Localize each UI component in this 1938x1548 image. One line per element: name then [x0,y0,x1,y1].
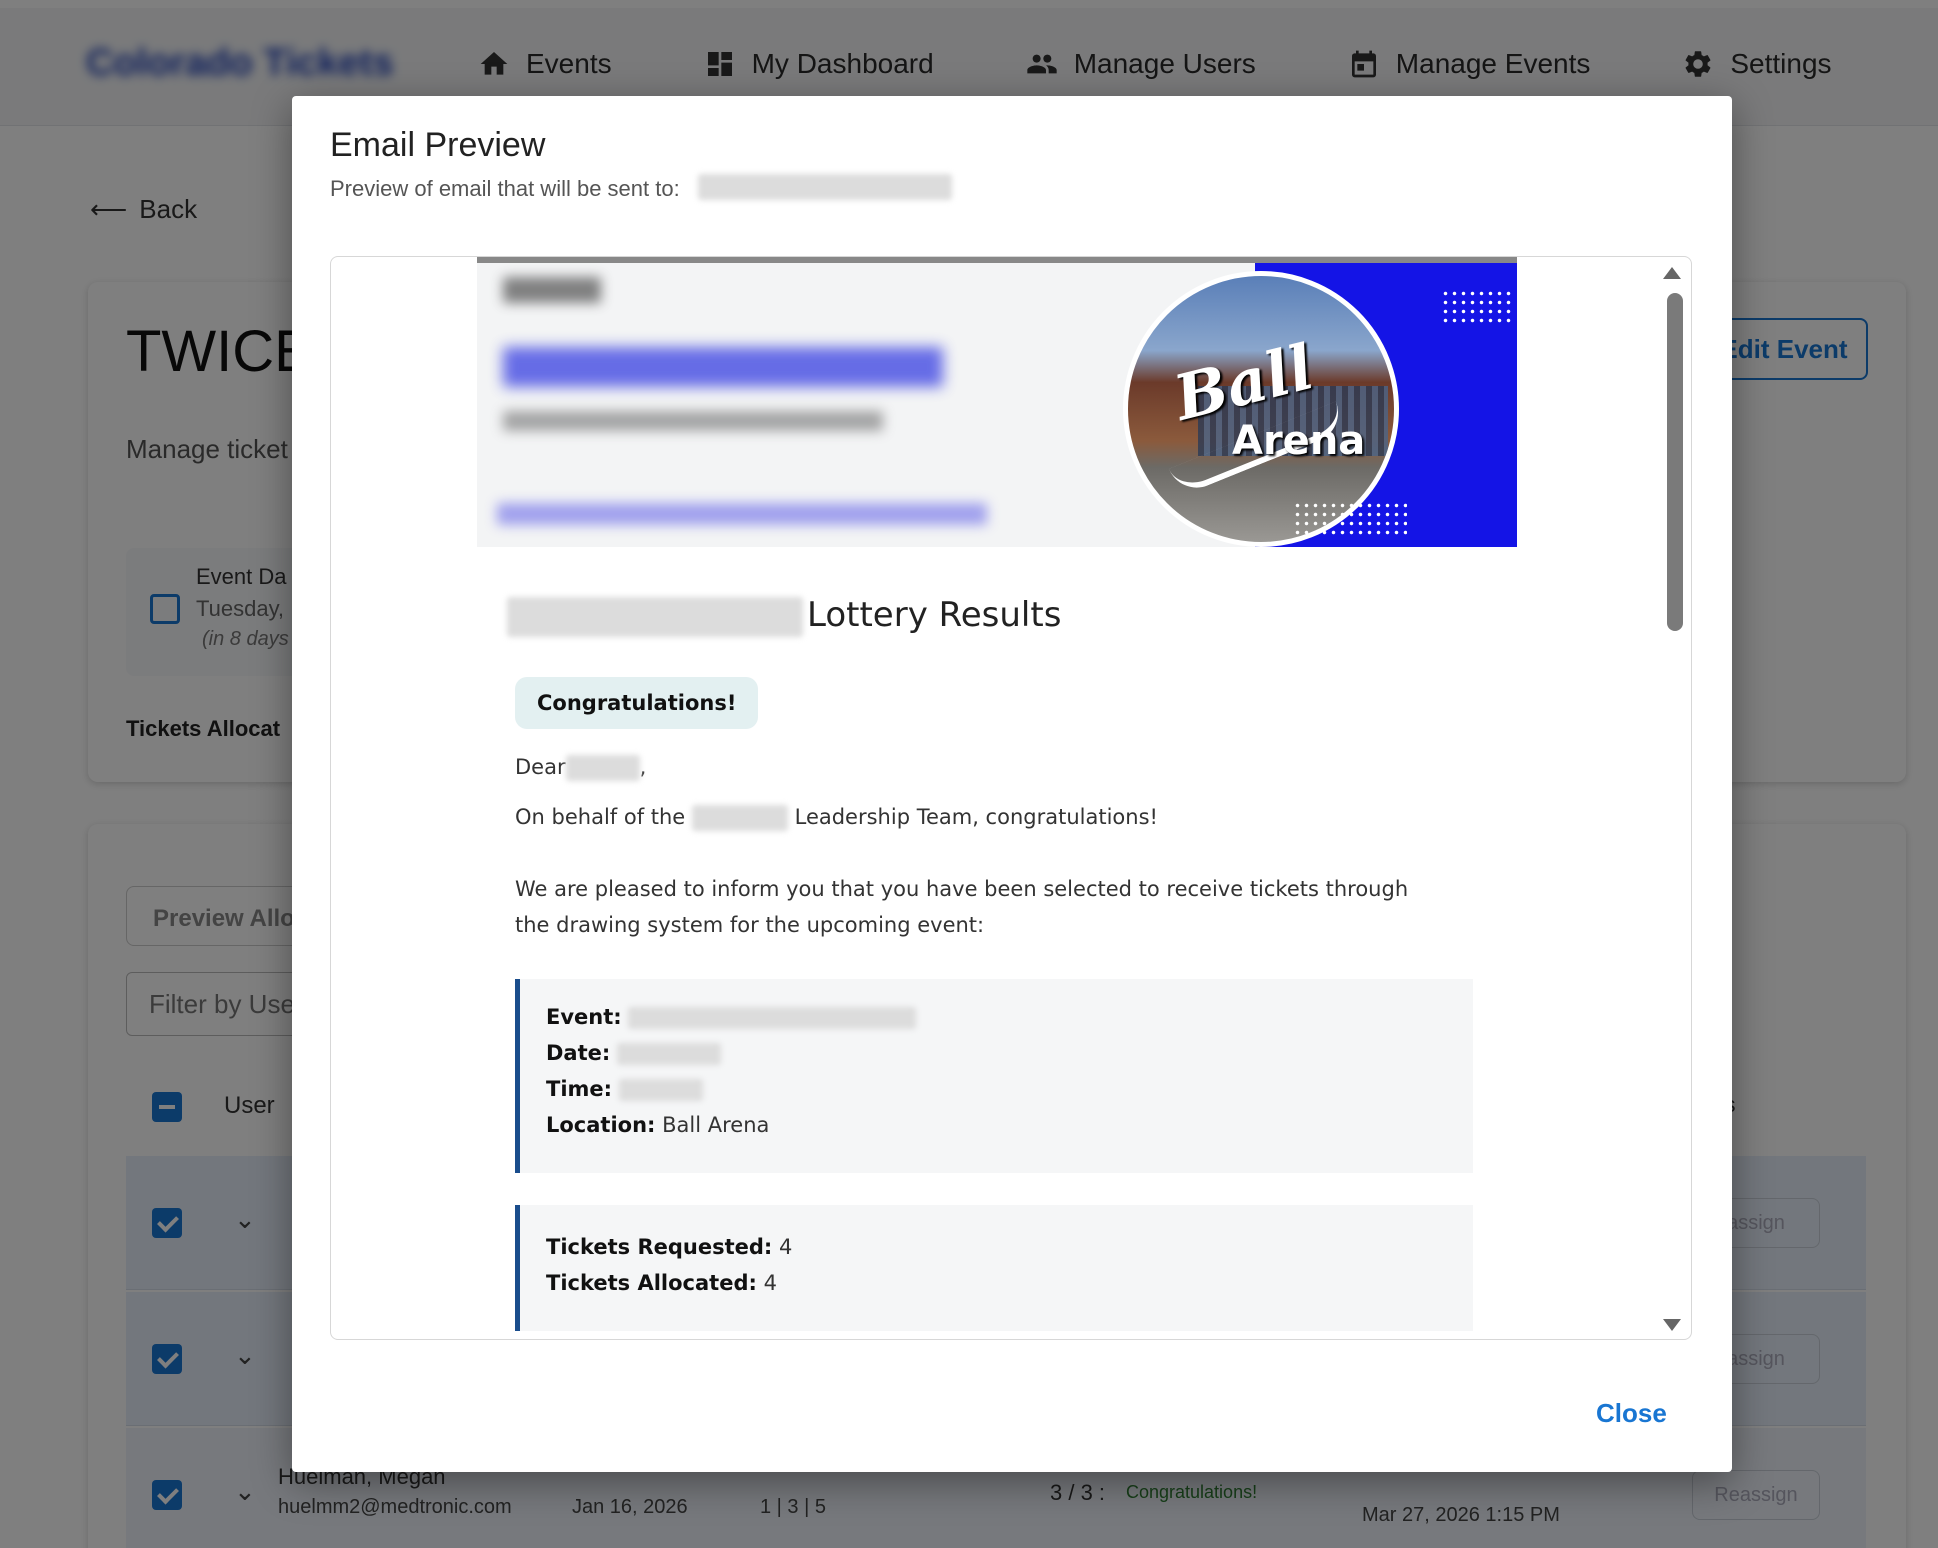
event-line: Event: [546,999,1473,1035]
dot-pattern-decoration [1293,501,1407,537]
email-behalf-line: On behalf of the Leadership Team, congra… [515,799,1158,835]
dot-pattern-decoration [1441,289,1515,325]
location-line: Location: Ball Arena [546,1107,1473,1143]
email-body-text: We are pleased to inform you that you ha… [515,877,1409,937]
dialog-subtitle: Preview of email that will be sent to: [330,176,680,201]
event-details-box: Event: Date: Time: Location: Ball Arena [515,979,1473,1173]
close-button[interactable]: Close [1596,1398,1667,1429]
tickets-requested-value: 4 [779,1235,793,1259]
redacted-event-time [618,1079,703,1101]
scrollbar-thumb[interactable] [1667,293,1683,631]
tickets-allocated-label: Tickets Allocated: [546,1271,757,1295]
email-body: Ball Arena Lottery Results Congratulatio… [477,257,1517,1339]
tickets-summary-box: Tickets Requested: 4 Tickets Allocated: … [515,1205,1473,1331]
email-preview-dialog: Email Preview Preview of email that will… [292,96,1732,1472]
greeting-text: Dear [515,755,566,779]
location-value: Ball Arena [662,1113,770,1137]
email-greeting: Dear, [515,755,647,781]
scroll-up-arrow[interactable] [1663,267,1681,279]
behalf-suffix: Leadership Team, congratulations! [794,805,1158,829]
location-label: Location: [546,1113,656,1137]
dialog-title: Email Preview [330,126,546,164]
date-label: Date: [546,1041,611,1065]
redacted-banner-heading [503,347,943,387]
email-heading: Lottery Results [807,595,1062,635]
scroll-down-arrow[interactable] [1663,1319,1681,1331]
tickets-requested-label: Tickets Requested: [546,1235,773,1259]
redacted-org-name [691,805,788,831]
redacted-company-name [507,597,803,637]
redacted-recipient-email [698,174,952,200]
redacted-event-date [616,1043,721,1065]
redacted-banner-text [503,277,601,303]
redacted-event-name [628,1007,917,1029]
congratulations-badge: Congratulations! [515,677,759,729]
event-label: Event: [546,1005,622,1029]
logo-text-arena: Arena [1232,418,1366,464]
date-line: Date: [546,1035,1473,1071]
redacted-recipient-name [565,755,640,781]
tickets-allocated-value: 4 [763,1271,777,1295]
time-label: Time: [546,1077,613,1101]
redacted-banner-subtext [503,411,883,431]
behalf-prefix: On behalf of the [515,805,686,829]
tickets-allocated-line: Tickets Allocated: 4 [546,1265,1473,1301]
time-line: Time: [546,1071,1473,1107]
email-preview-frame[interactable]: Ball Arena Lottery Results Congratulatio… [330,256,1692,1340]
redacted-banner-link [497,503,987,525]
tickets-requested-line: Tickets Requested: 4 [546,1229,1473,1265]
